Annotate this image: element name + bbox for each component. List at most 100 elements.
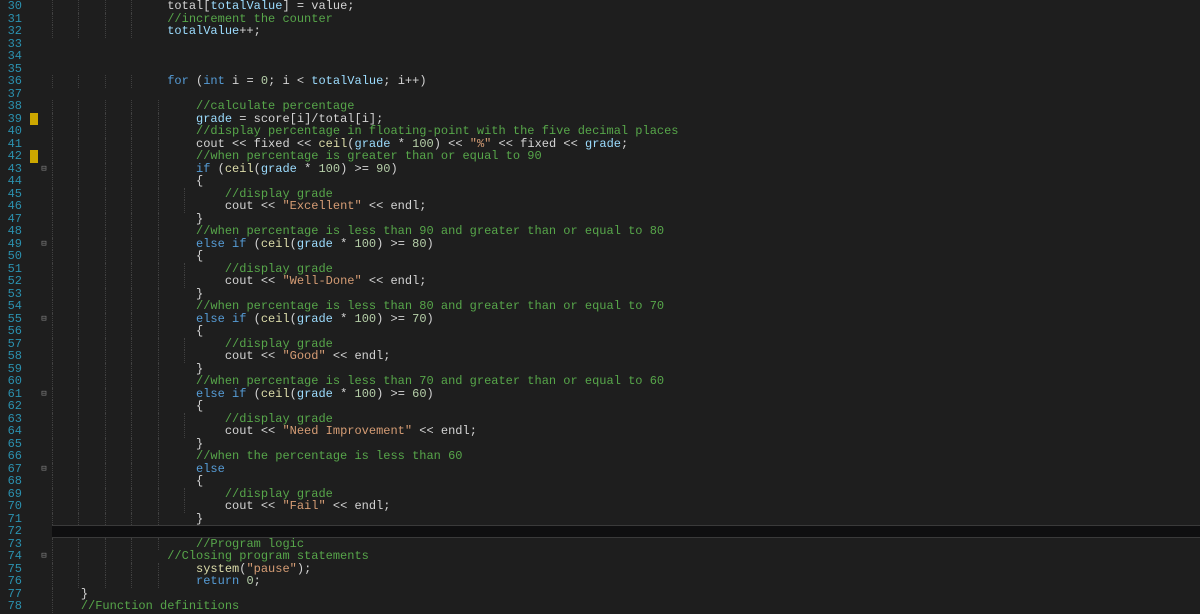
change-mark (28, 275, 38, 288)
code-line[interactable] (52, 50, 1200, 63)
line-number: 32 (0, 25, 22, 38)
fold-toggle[interactable] (38, 325, 50, 338)
line-number: 38 (0, 100, 22, 113)
code-line[interactable]: else if (ceil(grade * 100) >= 60) (52, 388, 1200, 401)
fold-toggle[interactable] (38, 50, 50, 63)
fold-toggle[interactable] (38, 138, 50, 151)
fold-toggle[interactable] (38, 425, 50, 438)
change-mark (28, 575, 38, 588)
fold-toggle[interactable]: ⊟ (38, 238, 50, 251)
fold-toggle[interactable] (38, 450, 50, 463)
fold-toggle[interactable] (38, 475, 50, 488)
change-mark (28, 88, 38, 101)
fold-toggle[interactable] (38, 363, 50, 376)
fold-toggle[interactable] (38, 125, 50, 138)
fold-toggle[interactable] (38, 600, 50, 613)
change-mark (28, 63, 38, 76)
line-number: 50 (0, 250, 22, 263)
fold-toggle[interactable] (38, 538, 50, 551)
fold-toggle[interactable] (38, 213, 50, 226)
line-number: 52 (0, 275, 22, 288)
fold-toggle[interactable]: ⊟ (38, 550, 50, 563)
fold-toggle[interactable] (38, 113, 50, 126)
line-number: 54 (0, 300, 22, 313)
change-mark (28, 300, 38, 313)
change-mark (28, 388, 38, 401)
fold-toggle[interactable] (38, 13, 50, 26)
fold-toggle[interactable] (38, 588, 50, 601)
line-number: 42 (0, 150, 22, 163)
fold-toggle[interactable] (38, 263, 50, 276)
code-line[interactable]: return 0; (52, 575, 1200, 588)
fold-column[interactable]: ⊟ ⊟ ⊟ ⊟ ⊟ ⊟ (38, 0, 50, 614)
code-line[interactable]: totalValue++; (52, 25, 1200, 38)
code-line[interactable]: for (int i = 0; i < totalValue; i++) (52, 75, 1200, 88)
change-mark (28, 313, 38, 326)
fold-toggle[interactable] (38, 500, 50, 513)
change-mark (28, 338, 38, 351)
change-mark (28, 475, 38, 488)
fold-toggle[interactable] (38, 75, 50, 88)
change-mark (28, 350, 38, 363)
line-number: 58 (0, 350, 22, 363)
fold-toggle[interactable] (38, 38, 50, 51)
fold-toggle[interactable] (38, 350, 50, 363)
change-mark (28, 538, 38, 551)
code-line[interactable]: //Function definitions (52, 600, 1200, 613)
fold-toggle[interactable]: ⊟ (38, 313, 50, 326)
fold-toggle[interactable] (38, 438, 50, 451)
fold-toggle[interactable]: ⊟ (38, 163, 50, 176)
fold-toggle[interactable] (38, 200, 50, 213)
change-mark (28, 200, 38, 213)
fold-toggle[interactable] (38, 0, 50, 13)
fold-toggle[interactable] (38, 300, 50, 313)
code-line[interactable]: cout << "Well-Done" << endl; (52, 275, 1200, 288)
fold-toggle[interactable] (38, 375, 50, 388)
fold-toggle[interactable] (38, 525, 50, 538)
fold-toggle[interactable] (38, 100, 50, 113)
code-line[interactable]: cout << "Good" << endl; (52, 350, 1200, 363)
fold-toggle[interactable] (38, 513, 50, 526)
code-line[interactable] (52, 38, 1200, 51)
change-mark (28, 113, 38, 126)
change-marks-column (28, 0, 38, 614)
change-mark (28, 163, 38, 176)
fold-toggle[interactable] (38, 188, 50, 201)
code-line[interactable]: else (52, 463, 1200, 476)
change-mark (28, 413, 38, 426)
fold-toggle[interactable] (38, 413, 50, 426)
change-mark (28, 513, 38, 526)
fold-toggle[interactable] (38, 175, 50, 188)
code-line[interactable]: else if (ceil(grade * 100) >= 70) (52, 313, 1200, 326)
fold-toggle[interactable] (38, 563, 50, 576)
code-line[interactable]: } (52, 513, 1200, 526)
code-line[interactable]: cout << "Excellent" << endl; (52, 200, 1200, 213)
fold-toggle[interactable] (38, 488, 50, 501)
fold-toggle[interactable]: ⊟ (38, 463, 50, 476)
line-number: 66 (0, 450, 22, 463)
line-number: 36 (0, 75, 22, 88)
code-line[interactable]: if (ceil(grade * 100) >= 90) (52, 163, 1200, 176)
change-mark (28, 288, 38, 301)
fold-toggle[interactable] (38, 63, 50, 76)
fold-toggle[interactable] (38, 275, 50, 288)
fold-toggle[interactable]: ⊟ (38, 388, 50, 401)
code-area[interactable]: total[totalValue] = value; //increment t… (50, 0, 1200, 614)
line-number: 48 (0, 225, 22, 238)
fold-toggle[interactable] (38, 400, 50, 413)
fold-toggle[interactable] (38, 575, 50, 588)
code-line[interactable]: cout << "Fail" << endl; (52, 500, 1200, 513)
code-editor[interactable]: 3031323334353637383940414243444546474849… (0, 0, 1200, 614)
fold-toggle[interactable] (38, 288, 50, 301)
fold-toggle[interactable] (38, 25, 50, 38)
line-number: 46 (0, 200, 22, 213)
line-number: 74 (0, 550, 22, 563)
change-mark (28, 138, 38, 151)
fold-toggle[interactable] (38, 338, 50, 351)
fold-toggle[interactable] (38, 88, 50, 101)
fold-toggle[interactable] (38, 225, 50, 238)
fold-toggle[interactable] (38, 150, 50, 163)
code-line[interactable]: else if (ceil(grade * 100) >= 80) (52, 238, 1200, 251)
fold-toggle[interactable] (38, 250, 50, 263)
code-line[interactable]: cout << "Need Improvement" << endl; (52, 425, 1200, 438)
